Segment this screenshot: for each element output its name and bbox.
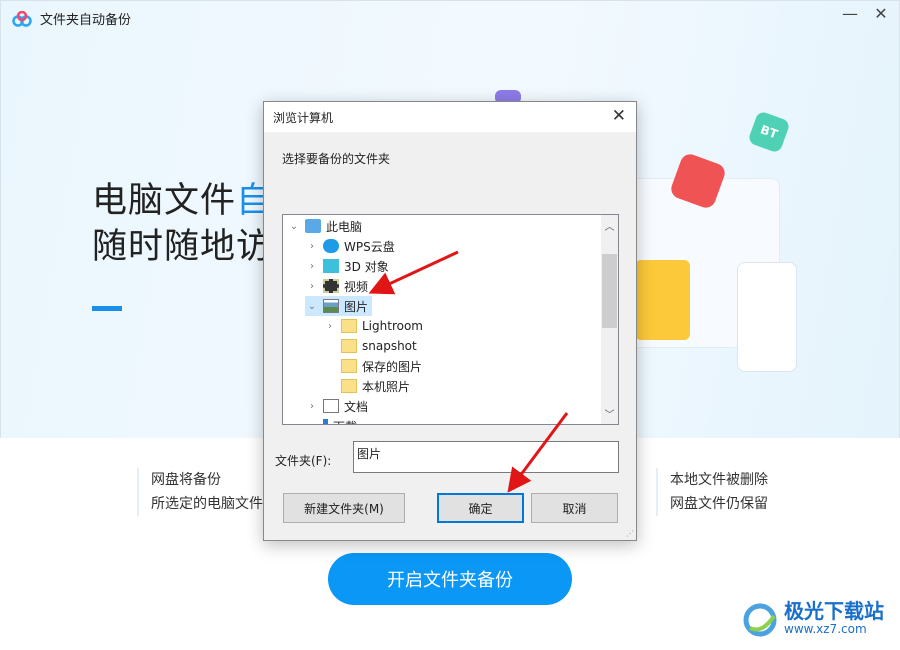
chevron-right-icon[interactable]: ›	[323, 321, 337, 332]
tree-item-label: 此电脑	[326, 219, 363, 234]
tree-item[interactable]: › 文档	[305, 396, 368, 416]
tree-item[interactable]: ⌄ 此电脑	[287, 216, 362, 236]
info-left-title: 网盘将备份	[151, 472, 221, 488]
cube-icon	[323, 259, 339, 273]
dialog-close-button[interactable]: ✕	[612, 106, 626, 126]
dialog-prompt: 选择要备份的文件夹	[282, 152, 391, 166]
info-right-title: 本地文件被删除	[670, 472, 768, 488]
info-left-desc: 所选定的电脑文件	[151, 496, 263, 512]
info-left: 网盘将备份 所选定的电脑文件	[137, 468, 263, 516]
cancel-button[interactable]: 取消	[531, 493, 618, 523]
resize-grip-icon[interactable]: ⋰	[626, 529, 634, 538]
tree-item-label: Lightroom	[362, 319, 423, 333]
dialog-title: 浏览计算机	[273, 110, 334, 125]
pictures-icon	[323, 299, 339, 313]
cloud-icon	[323, 239, 339, 253]
close-button[interactable]: ✕	[869, 4, 893, 23]
tree-item[interactable]: ⌄ 图片	[305, 296, 373, 316]
tree-item-label: 本机照片	[362, 379, 411, 394]
browse-folder-dialog: 浏览计算机 ✕ 选择要备份的文件夹 ︿ ﹀ ⌄ 此电脑 › WPS云盘 › 3D 对象 › 视…	[263, 101, 637, 541]
tree-item-label: WPS云盘	[344, 239, 395, 254]
folder-icon	[341, 379, 357, 393]
minimize-button[interactable]: —	[838, 4, 862, 23]
accent-dash	[92, 306, 122, 311]
chevron-right-icon[interactable]: ›	[305, 421, 319, 425]
tree-item[interactable]: › WPS云盘	[305, 236, 395, 256]
folder-input[interactable]: 图片	[353, 441, 619, 473]
folder-icon	[341, 339, 357, 353]
tree-item[interactable]: › 视频	[305, 276, 368, 296]
tree-item-label: snapshot	[362, 339, 417, 353]
app-titlebar: 文件夹自动备份	[12, 9, 131, 28]
chevron-right-icon[interactable]: ›	[305, 401, 319, 412]
app-logo-icon	[12, 10, 32, 27]
tree-scrollbar[interactable]: ︿ ﹀	[601, 215, 618, 424]
start-backup-button[interactable]: 开启文件夹备份	[328, 553, 572, 605]
info-right-desc: 网盘文件仍保留	[670, 496, 768, 512]
tree-item[interactable]: › 3D 对象	[305, 256, 389, 276]
tree-item-label: 文档	[344, 399, 369, 414]
tree-item[interactable]: snapshot	[323, 336, 417, 356]
tree-item[interactable]: 保存的图片	[323, 356, 422, 376]
tree-item[interactable]: 本机照片	[323, 376, 410, 396]
chevron-right-icon[interactable]: ›	[305, 241, 319, 252]
chevron-down-icon[interactable]: ⌄	[305, 301, 319, 312]
folder-icon	[341, 359, 357, 373]
download-icon	[323, 419, 328, 424]
folder-label: 文件夹(F):	[275, 454, 332, 468]
scroll-up-icon[interactable]: ︿	[601, 218, 618, 233]
info-right: 本地文件被删除 网盘文件仍保留	[656, 468, 768, 516]
chevron-right-icon[interactable]: ›	[305, 261, 319, 272]
dialog-titlebar: 浏览计算机 ✕	[264, 102, 636, 132]
tree-item[interactable]: › 下载	[305, 416, 357, 425]
tree-item-label: 视频	[344, 279, 369, 294]
headline-line1: 电脑文件自	[92, 172, 272, 223]
watermark-logo: 极光下载站 www.xz7.com	[740, 598, 884, 638]
headline-line2: 随时随地访	[92, 227, 273, 267]
folder-tree[interactable]: ︿ ﹀ ⌄ 此电脑 › WPS云盘 › 3D 对象 › 视频 ⌄ 图片 › Lightroom snap…	[282, 214, 619, 425]
chevron-right-icon[interactable]: ›	[305, 281, 319, 292]
headline-text: 电脑文件	[92, 181, 237, 221]
folder-icon	[341, 319, 357, 333]
computer-icon	[305, 219, 321, 233]
illustration-phone	[737, 262, 797, 372]
scroll-thumb[interactable]	[602, 254, 617, 328]
tree-item-label: 下载	[333, 418, 357, 425]
watermark-icon	[743, 603, 777, 637]
app-title: 文件夹自动备份	[40, 13, 132, 28]
illustration-folder-icon	[635, 260, 690, 340]
chevron-down-icon[interactable]: ⌄	[287, 221, 301, 232]
ok-button[interactable]: 确定	[437, 493, 524, 523]
document-icon	[323, 399, 339, 413]
new-folder-button[interactable]: 新建文件夹(M)	[283, 493, 405, 523]
tree-item-label: 3D 对象	[344, 259, 389, 274]
tree-item[interactable]: › Lightroom	[323, 316, 423, 336]
tree-item-label: 保存的图片	[362, 359, 423, 374]
video-icon	[323, 279, 339, 293]
tree-item-label: 图片	[344, 299, 369, 314]
scroll-down-icon[interactable]: ﹀	[601, 406, 618, 421]
